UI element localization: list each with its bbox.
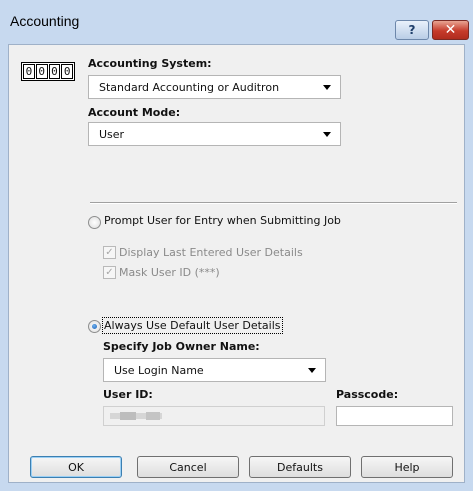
accounting-system-select[interactable]: Standard Accounting or Auditron	[88, 75, 341, 99]
passcode-field[interactable]	[336, 406, 453, 426]
prompt-user-label[interactable]: Prompt User for Entry when Submitting Jo…	[104, 214, 341, 227]
chevron-down-icon	[323, 84, 331, 90]
chevron-down-icon	[323, 131, 331, 137]
counter-digit: 0	[61, 64, 73, 79]
ok-button[interactable]: OK	[30, 456, 122, 478]
cancel-button[interactable]: Cancel	[137, 456, 239, 478]
job-owner-value: Use Login Name	[114, 363, 204, 377]
close-icon: ✕	[444, 22, 457, 38]
help-button[interactable]: Help	[361, 456, 453, 478]
job-owner-label: Specify Job Owner Name:	[103, 340, 260, 353]
close-button[interactable]: ✕	[432, 20, 469, 40]
accounting-system-label: Accounting System:	[88, 57, 212, 70]
check-icon: ✓	[105, 267, 114, 278]
display-last-checkbox[interactable]: ✓	[103, 246, 116, 259]
mask-user-id-checkbox[interactable]: ✓	[103, 266, 116, 279]
user-id-label: User ID:	[103, 388, 153, 401]
question-icon: ?	[408, 23, 416, 37]
defaults-button[interactable]: Defaults	[249, 456, 351, 478]
defaults-label: Defaults	[277, 460, 323, 474]
counter-digit: 0	[35, 64, 48, 79]
help-label: Help	[394, 460, 420, 474]
cancel-label: Cancel	[169, 460, 207, 474]
job-owner-select[interactable]: Use Login Name	[103, 358, 326, 382]
chevron-down-icon	[308, 367, 316, 373]
default-user-label[interactable]: Always Use Default User Details	[102, 317, 283, 334]
account-mode-label: Account Mode:	[88, 106, 181, 119]
redacted-text	[120, 412, 136, 420]
default-user-radio[interactable]	[88, 320, 101, 333]
title-bar: Accounting ? ✕	[0, 0, 473, 40]
separator	[90, 202, 457, 204]
account-mode-select[interactable]: User	[88, 122, 341, 146]
counter-digit: 0	[48, 64, 61, 79]
redacted-text	[146, 412, 160, 420]
ok-label: OK	[68, 460, 84, 474]
window-title: Accounting	[10, 13, 80, 29]
account-mode-value: User	[99, 127, 125, 141]
prompt-user-radio[interactable]	[88, 216, 101, 229]
passcode-label: Passcode:	[336, 388, 399, 401]
display-last-label: Display Last Entered User Details	[119, 246, 303, 259]
counter-digit: 0	[23, 64, 35, 79]
check-icon: ✓	[105, 247, 114, 258]
accounting-system-value: Standard Accounting or Auditron	[99, 80, 280, 94]
counter-icon: 0 0 0 0	[21, 62, 75, 81]
help-title-button[interactable]: ?	[395, 20, 429, 40]
mask-user-id-label: Mask User ID (***)	[119, 266, 220, 279]
